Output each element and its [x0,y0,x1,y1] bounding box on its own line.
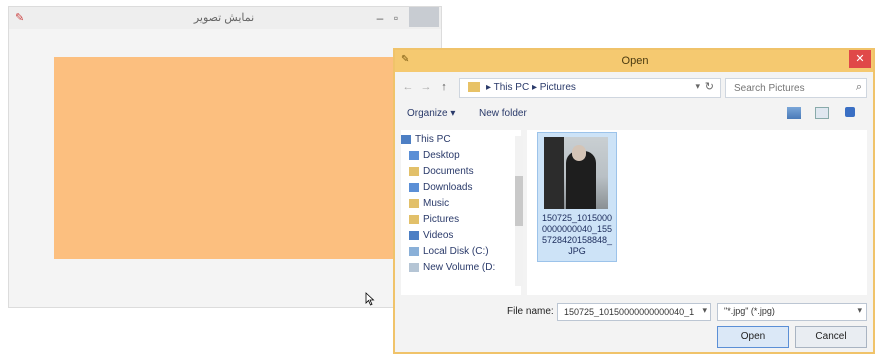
dialog-title: Open [621,55,649,67]
nav-item-videos[interactable]: Videos [409,230,521,244]
close-button[interactable] [409,7,439,27]
desktop-icon [409,150,419,160]
dialog-title-bar[interactable]: ✎ Open ✕ [395,50,873,72]
nav-item-this-pc[interactable]: This PC [401,134,513,148]
refresh-icon[interactable]: ↻ [705,80,714,93]
maximize-icon[interactable]: ▫ [389,10,403,26]
form-title: نمایش تصویر [193,12,255,24]
file-type-value: "*.jpg" (*.jpg) [724,306,775,316]
navigation-pane: This PC Desktop Documents Downloads Musi… [401,130,523,295]
music-folder-icon [409,198,419,208]
breadcrumb[interactable]: ▸ This PC ▸ Pictures [486,82,576,93]
chevron-down-icon[interactable]: ▾ [702,305,707,316]
folder-icon [468,82,480,92]
open-file-dialog: ✎ Open ✕ ← → ↑ ▸ This PC ▸ Pictures ▾ ↻ … [393,48,875,354]
app-icon: ✎ [15,12,25,24]
search-input[interactable] [732,79,846,97]
file-name-input[interactable] [562,304,696,320]
computer-icon [401,134,411,144]
nav-item-desktop[interactable]: Desktop [409,150,521,164]
pictures-folder-icon [409,214,419,224]
file-name: 150725_10150000000000040_155572842015884… [541,213,613,256]
open-button[interactable]: Open [717,326,789,348]
chevron-down-icon[interactable]: ▾ [857,305,862,316]
nav-item-music[interactable]: Music [409,198,521,212]
nav-item-pictures[interactable]: Pictures [409,214,521,228]
picture-box [54,57,401,259]
picture-form-window: ✎ نمایش تصویر – ▫ [8,6,442,308]
new-folder-button[interactable]: New folder [479,108,527,119]
dialog-app-icon: ✎ [401,54,410,65]
help-icon[interactable] [845,107,855,117]
downloads-folder-icon [409,182,419,192]
nav-item-new-volume[interactable]: New Volume (D: [409,262,521,276]
button-row: Open Cancel [399,326,869,350]
minimize-icon[interactable]: – [373,10,387,26]
search-box[interactable]: ⌕ [725,78,867,98]
view-options-icon[interactable] [787,107,801,119]
up-arrow-icon[interactable]: ↑ [437,80,451,94]
dialog-close-button[interactable]: ✕ [849,50,871,68]
file-name-row: File name: ▾ "*.jpg" (*.jpg) ▾ [399,302,869,322]
documents-folder-icon [409,166,419,176]
file-type-select[interactable]: "*.jpg" (*.jpg) ▾ [717,303,867,321]
file-thumbnail [544,137,608,209]
form-title-bar[interactable]: ✎ نمایش تصویر – ▫ [9,7,441,29]
drive-icon [409,246,419,256]
file-list: 150725_10150000000000040_155572842015884… [527,130,867,295]
nav-item-documents[interactable]: Documents [409,166,521,180]
mouse-cursor-icon [365,292,375,306]
address-bar[interactable]: ▸ This PC ▸ Pictures ▾ ↻ [459,78,721,98]
scrollbar-thumb[interactable] [515,176,523,226]
file-name-label: File name: [507,306,554,317]
nav-item-local-disk[interactable]: Local Disk (C:) [409,246,521,260]
file-item[interactable]: 150725_10150000000000040_155572842015884… [537,132,617,262]
chevron-down-icon[interactable]: ▾ [695,81,700,92]
toolbar: Organize ▾ New folder [399,106,869,124]
forward-arrow-icon[interactable]: → [419,80,433,94]
drive-icon [409,262,419,272]
cancel-button[interactable]: Cancel [795,326,867,348]
preview-pane-icon[interactable] [815,107,829,119]
nav-scrollbar[interactable] [515,136,523,286]
nav-item-downloads[interactable]: Downloads [409,182,521,196]
organize-button[interactable]: Organize ▾ [407,108,455,119]
back-arrow-icon[interactable]: ← [401,80,415,94]
search-icon[interactable]: ⌕ [856,81,862,94]
address-row: ← → ↑ ▸ This PC ▸ Pictures ▾ ↻ ⌕ [399,78,869,98]
videos-folder-icon [409,230,419,240]
file-name-field[interactable]: ▾ [557,303,711,321]
